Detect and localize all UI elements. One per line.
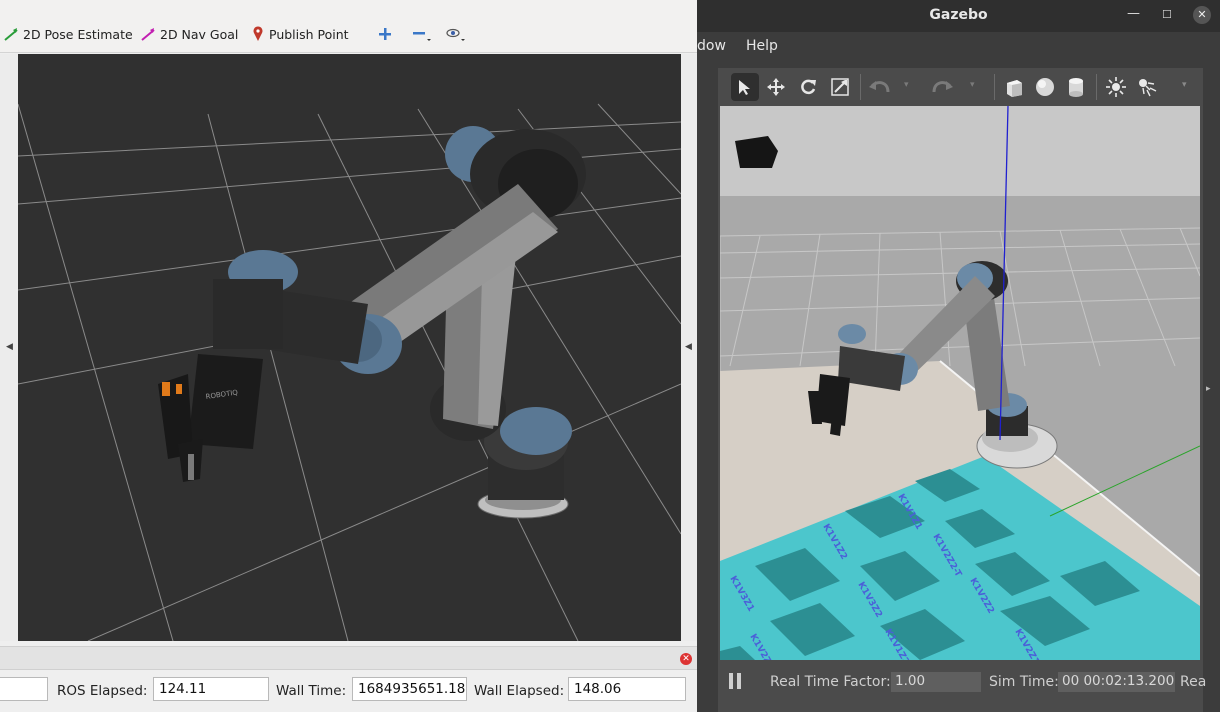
- redo-button[interactable]: [928, 73, 956, 101]
- toolbar-separator: [994, 74, 995, 100]
- gazebo-toolbar: ▾ ▾ ▾: [718, 68, 1203, 106]
- collapse-right-icon[interactable]: ◀: [685, 342, 692, 352]
- rviz-window: 2D Pose Estimate 2D Nav Goal Publish Poi…: [0, 0, 697, 712]
- cursor-arrow-icon: [739, 80, 750, 95]
- rotate-mode-button[interactable]: [794, 73, 822, 101]
- rtf-field: 1.00: [891, 672, 981, 692]
- wall-time-field[interactable]: 1684935651.18: [352, 677, 467, 701]
- left-panel-edge: [697, 58, 718, 712]
- translate-mode-button[interactable]: [762, 73, 790, 101]
- ros-elapsed-label: ROS Elapsed:: [57, 683, 148, 699]
- gazebo-scene: K1V1Z1 K1V1Z2 K1V2Z2-T K1V3Z1 K1V3Z2 K1V…: [720, 106, 1200, 660]
- right-panel-edge[interactable]: ▸: [1203, 68, 1220, 712]
- redo-icon: [932, 81, 953, 93]
- minimize-icon[interactable]: —: [1127, 6, 1140, 21]
- scale-mode-button[interactable]: [826, 73, 854, 101]
- wall-elapsed-field[interactable]: 148.06: [568, 677, 686, 701]
- maximize-icon[interactable]: ☐: [1162, 8, 1172, 21]
- box-shape-button[interactable]: [1000, 73, 1028, 101]
- toolbar-separator: [1096, 74, 1097, 100]
- toolbar-separator: [860, 74, 861, 100]
- box-icon: [1007, 80, 1022, 97]
- robotiq-gripper: ROBOTIQ: [158, 354, 263, 482]
- tool-2d-pose-estimate[interactable]: 2D Pose Estimate: [4, 24, 133, 44]
- toolbar-divider: [0, 52, 697, 53]
- gazebo-3d-viewport[interactable]: K1V1Z1 K1V1Z2 K1V2Z2-T K1V3Z1 K1V3Z2 K1V…: [720, 106, 1200, 660]
- undo-button[interactable]: [866, 73, 894, 101]
- gazebo-window: Gazebo — ☐ ✕ dow Help ▸ ▾ ▾ ▾ K1V1Z1 K1V…: [697, 0, 1220, 712]
- robot-wrist: [213, 250, 368, 364]
- menu-window[interactable]: dow: [697, 38, 726, 54]
- tool-label: 2D Pose Estimate: [23, 26, 133, 42]
- tool-label: 2D Nav Goal: [160, 26, 239, 42]
- expand-right-icon[interactable]: ▸: [1206, 384, 1211, 394]
- scale-icon: [831, 78, 849, 96]
- gazebo-main-panel: ▾ ▾ ▾ K1V1Z1 K1V1Z2 K1V2Z2-T K1V3Z1 K1V3…: [718, 68, 1207, 712]
- real-time-label-partial: Rea: [1180, 674, 1207, 690]
- tool-publish-point[interactable]: Publish Point: [252, 24, 349, 44]
- sim-time-label: Sim Time:: [989, 674, 1059, 690]
- eye-icon: [446, 28, 465, 41]
- collapse-left-icon[interactable]: ◀: [6, 342, 13, 352]
- view-button[interactable]: [445, 24, 467, 44]
- zoom-in-button[interactable]: [378, 24, 392, 44]
- cylinder-icon: [1069, 78, 1083, 97]
- sky-background: [720, 106, 1200, 196]
- time-panel: ✕ ROS Elapsed: 124.11 Wall Time: 1684935…: [0, 641, 697, 712]
- pause-button[interactable]: [728, 672, 742, 690]
- zoom-out-button[interactable]: [412, 24, 432, 44]
- select-mode-button[interactable]: [731, 73, 759, 101]
- rotate-icon: [801, 79, 816, 95]
- wall-elapsed-label: Wall Elapsed:: [474, 683, 565, 699]
- close-window-icon[interactable]: ✕: [1193, 6, 1211, 24]
- time-panel-header: [0, 646, 697, 670]
- window-title: Gazebo: [697, 0, 1220, 32]
- undo-dropdown-icon[interactable]: ▾: [904, 80, 909, 90]
- tool-label: Publish Point: [269, 26, 349, 42]
- rviz-3d-viewport[interactable]: ROBOTIQ: [18, 54, 681, 641]
- gazebo-status-bar: Real Time Factor: 1.00 Sim Time: 00 00:0…: [718, 664, 1207, 712]
- menu-help[interactable]: Help: [746, 38, 778, 54]
- pose-arrow-icon: [4, 28, 18, 41]
- sphere-shape-button[interactable]: [1031, 73, 1059, 101]
- close-panel-button[interactable]: ✕: [680, 653, 692, 665]
- ros-elapsed-field[interactable]: 124.11: [153, 677, 269, 701]
- spot-light-icon: [1139, 79, 1157, 97]
- pause-icon: [729, 673, 741, 689]
- cylinder-shape-button[interactable]: [1062, 73, 1090, 101]
- more-tools-dropdown-icon[interactable]: ▾: [1182, 80, 1187, 90]
- right-dock-handle[interactable]: ◀: [681, 54, 697, 641]
- undo-icon: [869, 81, 890, 93]
- menu-bar: dow Help: [697, 32, 1220, 58]
- sim-time-field: 00 00:02:13.200: [1058, 672, 1175, 692]
- spot-light-button[interactable]: [1134, 73, 1162, 101]
- redo-dropdown-icon[interactable]: ▾: [970, 80, 975, 90]
- rtf-label: Real Time Factor:: [770, 674, 891, 690]
- left-dock-handle[interactable]: ◀: [0, 54, 18, 641]
- rviz-toolbar: 2D Pose Estimate 2D Nav Goal Publish Poi…: [0, 0, 697, 52]
- plus-icon: [379, 28, 391, 40]
- map-pin-icon: [253, 26, 263, 41]
- rviz-scene: ROBOTIQ: [18, 103, 681, 641]
- nav-goal-arrow-icon: [141, 28, 155, 41]
- move-cross-icon: [767, 78, 785, 96]
- tool-2d-nav-goal[interactable]: 2D Nav Goal: [141, 24, 238, 44]
- wall-time-label: Wall Time:: [276, 683, 347, 699]
- minus-icon: [413, 32, 431, 41]
- point-light-button[interactable]: [1102, 73, 1130, 101]
- sphere-icon: [1036, 78, 1054, 96]
- sun-light-icon: [1106, 77, 1126, 97]
- ros-time-field[interactable]: [0, 677, 48, 701]
